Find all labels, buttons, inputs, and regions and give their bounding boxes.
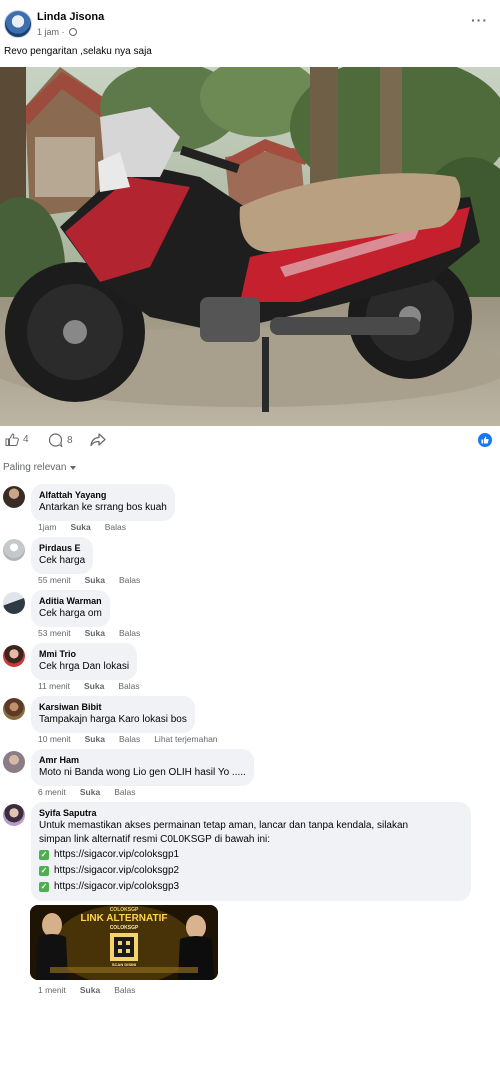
link-text[interactable]: https://sigacor.vip/coloksgp3 [54,879,179,895]
comment-like-button[interactable]: Suka [80,985,100,995]
comment-reply-button[interactable]: Balas [119,628,140,638]
thumbs-up-icon [5,433,19,446]
comment-like-button[interactable]: Suka [70,522,90,532]
commenter-avatar[interactable] [3,645,25,667]
author-avatar[interactable] [4,10,32,38]
comment-like-button[interactable]: Suka [85,575,105,585]
like-action[interactable]: 4 [5,433,29,446]
comment-actions: 55 menit Suka Balas [38,575,140,585]
post-photo[interactable] [0,67,500,426]
link-item[interactable]: ✓ https://sigacor.vip/coloksgp1 [39,847,463,863]
comment-like-button[interactable]: Suka [85,734,105,744]
comment-like-button[interactable]: Suka [80,787,100,797]
commenter-name[interactable]: Pirdaus E [39,542,85,554]
comment-actions: 6 menit Suka Balas [38,787,135,797]
comment-time[interactable]: 10 menit [38,734,71,744]
more-options-icon[interactable]: ··· [471,12,488,28]
comment-like-button[interactable]: Suka [84,681,104,691]
commenter-avatar[interactable] [3,486,25,508]
post-time[interactable]: 1 jam · [37,27,65,37]
comment-actions: 10 menit Suka Balas Lihat terjemahan [38,734,218,744]
check-mark-icon: ✓ [39,866,49,876]
globe-icon [68,28,77,36]
author-name[interactable]: Linda Jisona [37,11,104,23]
comment-sort-dropdown[interactable]: Paling relevan [3,462,77,473]
check-mark-icon: ✓ [39,850,49,860]
motorcycle-photo [0,67,500,426]
comment-attachment-image[interactable]: COLOKSGP LINK ALTERNATIF COLOKSGP SCAN D… [30,905,218,980]
comment-time[interactable]: 1jam [38,522,56,532]
commenter-avatar[interactable] [3,592,25,614]
comment-reply-button[interactable]: Balas [105,522,126,532]
comment-text: Cek harga [39,555,86,566]
share-action[interactable] [90,433,106,446]
comment-reply-button[interactable]: Balas [114,787,135,797]
comment-reply-button[interactable]: Balas [114,985,135,995]
comment-actions: 11 menit Suka Balas [38,681,140,691]
comment-bubble: Syifa Saputra Untuk memastikan akses per… [31,802,471,901]
comment-text-line-1: Untuk memastikan akses permainan tetap a… [39,820,409,831]
comment-actions: 1jam Suka Balas [38,522,126,532]
commenter-name[interactable]: Syifa Saputra [39,807,463,819]
comment-actions: 53 menit Suka Balas [38,628,140,638]
comment-time[interactable]: 6 menit [38,787,66,797]
comment-time[interactable]: 1 menit [38,985,66,995]
comment-like-button[interactable]: Suka [85,628,105,638]
comment-bubble: Karsiwan Bibit Tampakajn harga Karo loka… [31,696,195,733]
commenter-avatar[interactable] [3,698,25,720]
comment-bubble: Amr Ham Moto ni Banda wong Lio gen OLIH … [31,749,254,786]
link-text[interactable]: https://sigacor.vip/coloksgp2 [54,863,179,879]
comment-text: Cek hrga Dan lokasi [39,661,130,672]
comment-bubble-icon [48,433,63,447]
commenter-avatar[interactable] [3,539,25,561]
post-meta: 1 jam · [37,27,77,37]
commenter-name[interactable]: Karsiwan Bibit [39,701,187,713]
promo-title: LINK ALTERNATIF [80,913,168,924]
comment-text: Moto ni Banda wong Lio gen OLIH hasil Yo… [39,767,246,778]
comment-text: Cek harga om [39,608,102,619]
comment-bubble: Mmi Trio Cek hrga Dan lokasi [31,643,138,680]
promo-subtitle: COLOKSGP [109,925,139,931]
share-icon [90,433,106,446]
post-header: Linda Jisona 1 jam · ··· [0,0,500,44]
comment-action[interactable]: 8 [48,433,73,447]
like-badge-icon [478,433,492,447]
comment-text: Antarkan ke srrang bos kuah [39,502,167,513]
commenter-name[interactable]: Alfattah Yayang [39,489,167,501]
comment-count: 8 [67,434,73,446]
commenter-avatar[interactable] [3,804,25,826]
comment-bubble: Aditia Warman Cek harga om [31,590,110,627]
like-count: 4 [23,434,29,445]
commenter-name[interactable]: Amr Ham [39,754,246,766]
sort-label: Paling relevan [3,462,67,473]
comment-text: Tampakajn harga Karo lokasi bos [39,714,187,725]
comment-reply-button[interactable]: Balas [119,734,140,744]
comment-actions: 1 menit Suka Balas [38,985,135,995]
commenter-name[interactable]: Aditia Warman [39,595,102,607]
see-translation-link[interactable]: Lihat terjemahan [154,734,217,744]
promo-scan: SCAN DISINI [111,962,137,967]
comment-reply-button[interactable]: Balas [118,681,139,691]
link-text[interactable]: https://sigacor.vip/coloksgp1 [54,847,179,863]
action-bar: 4 8 [0,430,500,452]
comment-text-line-2: simpan link alternatif resmi C0L0KSGP di… [39,834,271,845]
comment-time[interactable]: 55 menit [38,575,71,585]
check-mark-icon: ✓ [39,882,49,892]
comment-time[interactable]: 53 menit [38,628,71,638]
link-item[interactable]: ✓ https://sigacor.vip/coloksgp2 [39,863,463,879]
caret-down-icon [70,466,77,470]
post-caption: Revo pengaritan ,selaku nya saja [4,46,152,57]
link-item[interactable]: ✓ https://sigacor.vip/coloksgp3 [39,879,463,895]
comment-bubble: Pirdaus E Cek harga [31,537,94,574]
commenter-avatar[interactable] [3,751,25,773]
comment-time[interactable]: 11 menit [38,681,70,691]
commenter-name[interactable]: Mmi Trio [39,648,129,660]
comment-bubble: Alfattah Yayang Antarkan ke srrang bos k… [31,484,175,521]
comment-reply-button[interactable]: Balas [119,575,140,585]
